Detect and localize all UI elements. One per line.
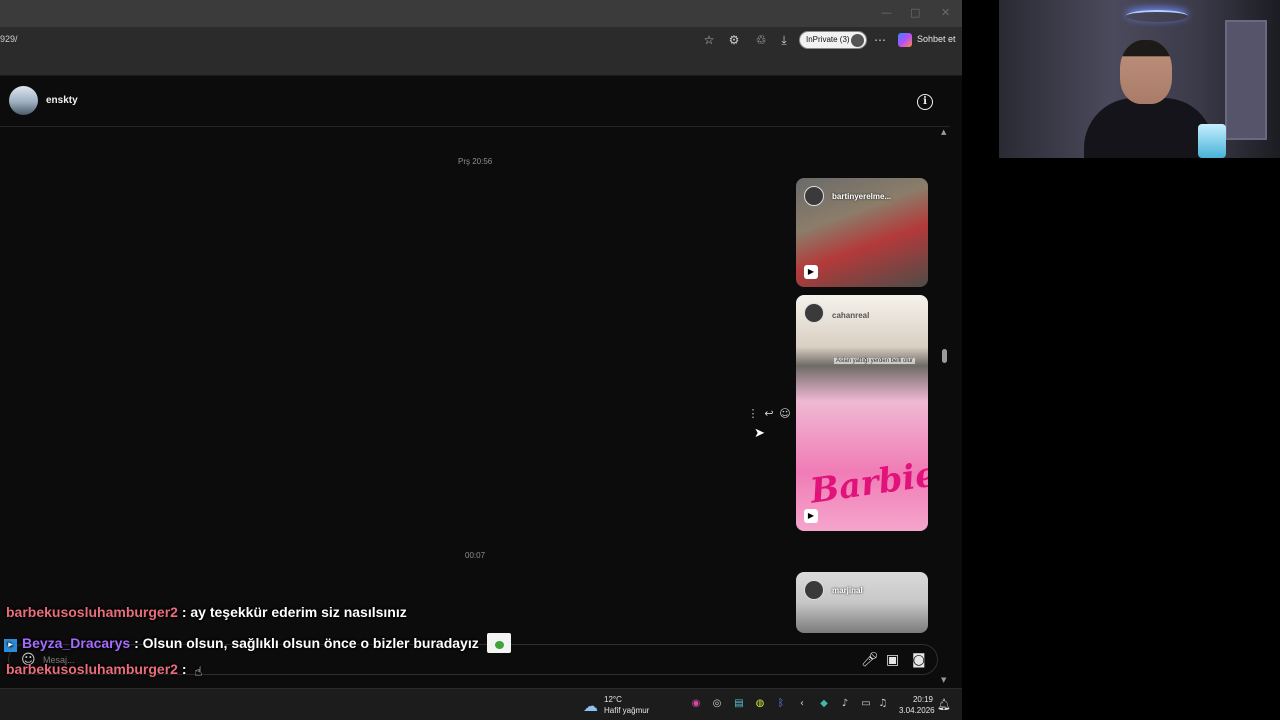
info-icon[interactable]: i xyxy=(917,94,933,110)
weather-temperature[interactable]: 12°C xyxy=(604,695,622,704)
chat-separator: : xyxy=(181,661,187,677)
reel-author-avatar xyxy=(804,580,824,600)
reel-icon: ▶ xyxy=(804,265,818,279)
scroll-thumb[interactable] xyxy=(942,349,947,363)
neon-light-image xyxy=(1126,10,1188,22)
chat-text: ay teşekkür ederim siz nasılsınız xyxy=(190,604,407,620)
mouse-cursor-icon: ➤ xyxy=(754,426,765,441)
reel-icon: ▶ xyxy=(804,509,818,523)
screen: — □ ✕ 929/ ☆ ⚙ ♲ ⤓ ⋯ InPrivate (3) Sohbe… xyxy=(0,0,1280,720)
inprivate-button[interactable]: InPrivate (3) xyxy=(799,31,867,49)
close-button[interactable]: ✕ xyxy=(941,6,950,19)
scroll-up-icon[interactable]: ▲ xyxy=(941,128,946,136)
emote-icon: ☝ xyxy=(194,665,203,680)
badge-icon: ▸ xyxy=(4,639,17,652)
overlay-chat-line: barbekusosluhamburger2 : ay teşekkür ede… xyxy=(6,604,407,620)
user-avatar[interactable] xyxy=(9,86,38,115)
profile-avatar xyxy=(851,34,864,47)
favorite-star-icon[interactable]: ☆ xyxy=(701,32,717,48)
download-icon[interactable]: ⤓ xyxy=(776,32,792,48)
reel-caption: Aslan yattığı yerden belli olur xyxy=(834,358,916,364)
overlay-chat-line: ▸ Beyza_Dracarys : Olsun olsun, sağlıklı … xyxy=(4,633,511,653)
app-tray-icon[interactable]: ◎ xyxy=(711,698,723,710)
react-emoji-icon[interactable]: ☺ xyxy=(777,407,793,420)
chat-username[interactable]: enskty xyxy=(46,95,78,106)
microphone-tray-icon[interactable]: ♪ xyxy=(839,698,851,710)
weather-rain-icon[interactable]: ☁ xyxy=(583,697,598,715)
notification-bell-icon[interactable]: 🔔︎ xyxy=(937,698,951,711)
reel-card[interactable]: bartinyerelme... ▶ xyxy=(796,178,928,287)
inprivate-label: InPrivate (3) xyxy=(806,35,850,44)
reel-overlay-text: Barbie xyxy=(807,454,928,512)
minimize-button[interactable]: — xyxy=(881,6,892,19)
more-icon[interactable]: ⋮ xyxy=(745,407,761,420)
streamer-head-image xyxy=(1120,40,1172,104)
background-strip xyxy=(962,0,999,720)
chat-text: Olsun olsun, sağlıklı olsun önce o bizle… xyxy=(142,635,479,651)
reel-author-avatar xyxy=(804,303,824,323)
reply-icon[interactable]: ↩ xyxy=(761,407,777,420)
app-tray-icon[interactable]: ◉ xyxy=(690,698,702,710)
scroll-down-icon[interactable]: ▼ xyxy=(941,676,946,684)
reel-author: marjinal xyxy=(832,586,863,595)
chat-separator: : xyxy=(181,604,187,620)
dm-page: enskty i Prş 20:56 bartinyerelme... ▶ ca… xyxy=(0,76,950,688)
streamer-body-image xyxy=(1084,98,1214,158)
reel-card[interactable]: cahanreal Aslan yattığı yerden belli olu… xyxy=(796,295,928,531)
app-tray-icon[interactable]: ◍ xyxy=(754,698,766,710)
chat-author: barbekusosluhamburger2 xyxy=(6,661,178,677)
microphone-icon[interactable]: 🎤︎ xyxy=(861,652,879,668)
more-options-icon[interactable]: ⋯ xyxy=(872,32,888,48)
chat-button[interactable]: Sohbet et xyxy=(917,34,956,44)
sticker-icon[interactable]: ◙ xyxy=(912,652,926,668)
title-bar: — □ ✕ xyxy=(0,0,962,27)
maximize-button[interactable]: □ xyxy=(910,6,920,19)
chat-separator: : xyxy=(134,635,139,651)
extensions-icon[interactable]: ⚙ xyxy=(726,32,742,48)
scrollbar[interactable]: ▲ ▼ xyxy=(938,128,950,688)
taskbar: ☁ 12°C Hafif yağmur ◉ ◎ ▤ ◍ ᛒ ‹ ◆ ♪ ▭ ♫ … xyxy=(0,688,962,720)
emote-icon xyxy=(486,633,511,653)
network-icon[interactable]: ▭ xyxy=(860,698,872,710)
bookmark-bar xyxy=(0,53,962,76)
browser-essentials-icon[interactable]: ♲ xyxy=(753,32,769,48)
clock-date[interactable]: 3.04.2026 xyxy=(899,706,935,715)
clock-time[interactable]: 20:19 xyxy=(899,695,933,704)
chat-header: enskty i xyxy=(0,76,950,127)
door-image xyxy=(1225,20,1267,140)
webcam-feed xyxy=(999,0,1280,158)
security-shield-icon[interactable]: ◆ xyxy=(818,698,830,710)
volume-icon[interactable]: ♫ xyxy=(877,698,889,710)
message-actions: ⋮ ↩ ☺ xyxy=(745,407,793,420)
chat-author: Beyza_Dracarys xyxy=(22,635,131,651)
overlay-chat-line: barbekusosluhamburger2 : ☝ xyxy=(6,661,208,680)
app-tray-icon[interactable]: ▤ xyxy=(733,698,745,710)
reel-author: bartinyerelme... xyxy=(832,192,892,201)
chat-author: barbekusosluhamburger2 xyxy=(6,604,178,620)
timestamp: Prş 20:56 xyxy=(458,157,493,166)
copilot-icon[interactable] xyxy=(898,33,912,47)
browser-window: — □ ✕ 929/ ☆ ⚙ ♲ ⤓ ⋯ InPrivate (3) Sohbe… xyxy=(0,0,962,688)
weather-description[interactable]: Hafif yağmur xyxy=(604,706,649,715)
reel-author: cahanreal xyxy=(832,311,870,320)
reel-card[interactable]: marjinal xyxy=(796,572,928,633)
url-text[interactable]: 929/ xyxy=(0,34,18,44)
reel-author-avatar xyxy=(804,186,824,206)
bluetooth-icon[interactable]: ᛒ xyxy=(775,698,787,710)
timestamp: 00:07 xyxy=(465,551,486,560)
show-hidden-icons-icon[interactable]: ‹ xyxy=(796,698,808,710)
drink-can-image xyxy=(1198,124,1226,158)
image-icon[interactable]: ▣ xyxy=(886,652,899,668)
